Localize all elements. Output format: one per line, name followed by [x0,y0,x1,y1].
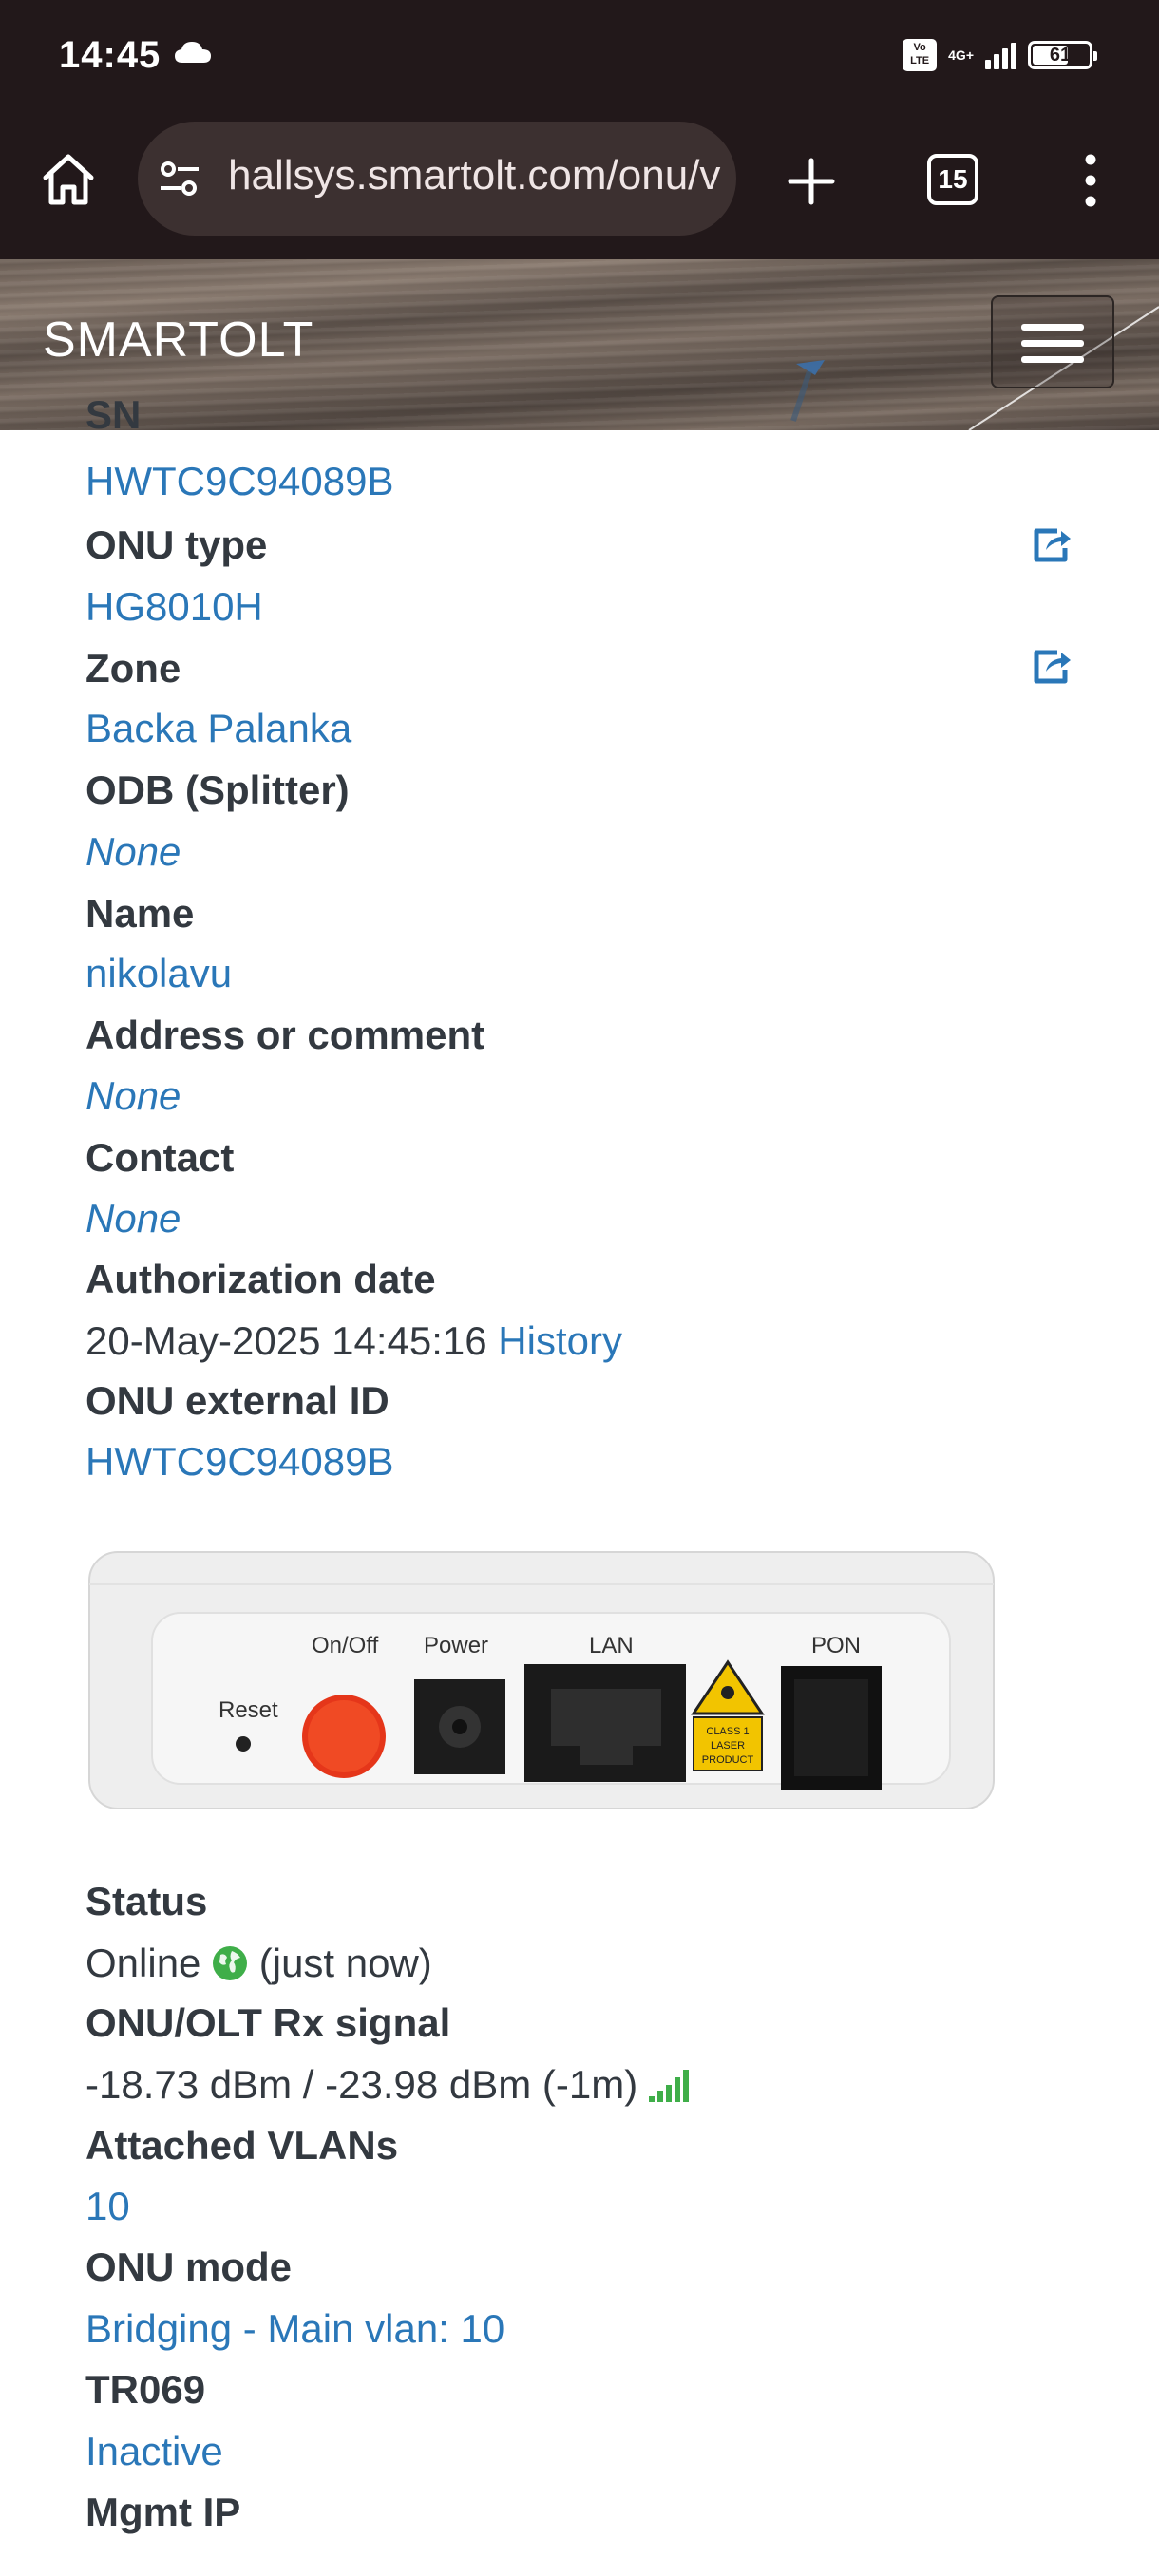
mgmt-ip-label: Mgmt IP [86,2490,241,2534]
name-label: Name [86,891,195,936]
more-vert-icon[interactable] [1076,152,1105,209]
vlans-value[interactable]: 10 [86,2184,130,2229]
onu-type-value[interactable]: HG8010H [86,584,263,630]
cloud-icon [175,42,211,63]
home-icon[interactable] [38,149,99,210]
address-bar[interactable]: hallsys.smartolt.com/onu/view/ [138,122,736,236]
browser-toolbar: hallsys.smartolt.com/onu/view/ 15 [0,114,1159,259]
url-text[interactable]: hallsys.smartolt.com/onu/view/ [228,152,722,205]
power-label: Power [424,1633,488,1658]
address-label: Address or comment [86,1013,485,1057]
status-row: Online (just now) [86,1941,432,1986]
pon-label: PON [811,1633,861,1658]
rx-signal-label: ONU/OLT Rx signal [86,2000,451,2045]
odb-label: ODB (Splitter) [86,767,350,812]
sn-value[interactable]: HWTC9C94089B [86,459,393,504]
tune-icon[interactable] [159,160,200,198]
network-type: 4G+ [948,47,974,63]
onu-device-image: Reset On/Off Power LAN CLASS 1 LASER PRO… [88,1551,995,1809]
clock: 14:45 [59,34,162,76]
onu-type-label: ONU type [86,522,268,567]
auth-date-label: Authorization date [86,1257,436,1301]
status-label: Status [86,1879,208,1923]
contact-label: Contact [86,1135,235,1180]
laser-label-2: LASER [711,1740,745,1752]
volte-icon: Vo LTE [902,39,938,71]
history-link[interactable]: History [498,1318,622,1363]
share-square-icon[interactable] [1031,525,1073,563]
lan-label: LAN [589,1633,634,1658]
external-id-label: ONU external ID [86,1378,390,1423]
on-off-label: On/Off [312,1633,379,1658]
reset-label: Reset [218,1697,278,1723]
globe-icon [213,1946,248,1980]
battery-level: 61 [1049,45,1072,66]
rx-signal-value: -18.73 dBm / -23.98 dBm (-1m) [86,2062,638,2107]
laser-label-1: CLASS 1 [706,1726,749,1737]
tab-switcher-button[interactable]: 15 [927,154,978,205]
zone-label: Zone [86,646,181,691]
status-bar: 14:45 Vo LTE 4G+ 61 [0,0,1159,114]
hamburger-menu-button[interactable] [991,295,1114,388]
brand-logo[interactable]: SMARTOLT [43,312,314,369]
battery-icon: 61 [1028,41,1097,69]
rx-signal-row: -18.73 dBm / -23.98 dBm (-1m) [86,2062,691,2108]
auth-date-row: 20-May-2025 14:45:16 History [86,1318,622,1364]
auth-date-value: 20-May-2025 14:45:16 [86,1318,487,1363]
vlans-label: Attached VLANs [86,2123,399,2168]
tr069-value[interactable]: Inactive [86,2429,223,2474]
onu-mode-label: ONU mode [86,2245,293,2289]
contact-value[interactable]: None [86,1196,180,1241]
share-square-icon[interactable] [1031,647,1073,685]
status-icons: Vo LTE 4G+ 61 [902,36,1097,74]
address-value[interactable]: None [86,1073,180,1119]
onu-mode-value[interactable]: Bridging - Main vlan: 10 [86,2306,504,2352]
status-value: Online [86,1941,201,1985]
plus-icon[interactable] [785,155,838,208]
name-value[interactable]: nikolavu [86,951,232,996]
signal-strength-icon [985,41,1016,69]
status-time: (just now) [258,1941,432,1985]
site-navbar: SMARTOLT [0,259,1159,430]
tr069-label: TR069 [86,2367,206,2412]
sn-label: SN [86,392,142,437]
external-id-value[interactable]: HWTC9C94089B [86,1439,393,1485]
zone-value[interactable]: Backa Palanka [86,706,352,751]
signal-bars-icon [648,2070,689,2102]
odb-value[interactable]: None [86,829,180,875]
laser-label-3: PRODUCT [702,1754,754,1766]
